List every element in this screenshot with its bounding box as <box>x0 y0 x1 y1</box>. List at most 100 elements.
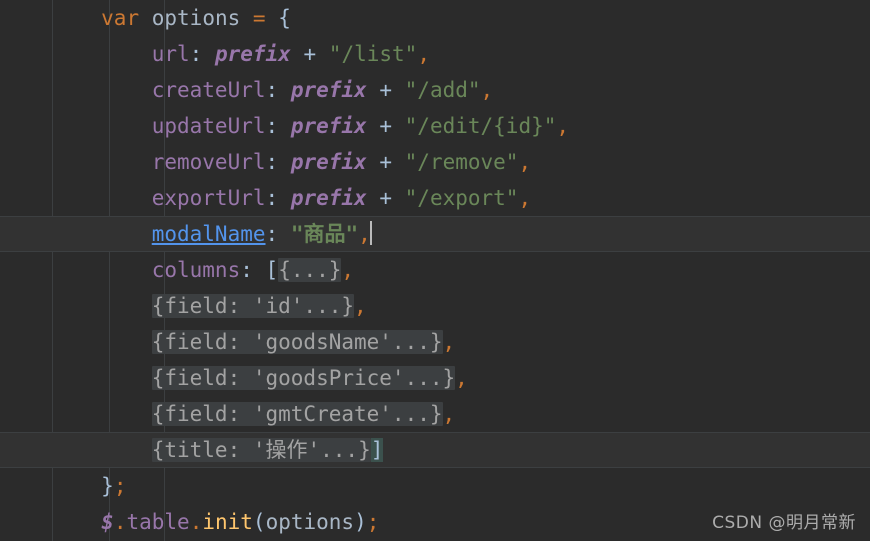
line-content: {field: 'id'...}, <box>0 288 367 324</box>
token-prop-2: table <box>126 510 190 534</box>
token-fold-0[interactable]: {field: 'goodsName'...} <box>151 330 443 354</box>
token-punct-1: , <box>354 294 367 318</box>
line-removeurl[interactable]: removeUrl: prefix + "/remove", <box>0 144 870 180</box>
token-keyword-0: var <box>101 6 140 30</box>
token-punct-8: , <box>556 114 570 138</box>
line-close-brace[interactable]: }; <box>0 468 870 504</box>
token-field-3: prefix <box>290 78 367 102</box>
token-fold-0[interactable]: {field: 'id'...} <box>151 294 355 318</box>
code-area[interactable]: var options = { url: prefix + "/list", c… <box>0 0 870 541</box>
token-default-4 <box>367 150 380 174</box>
token-prop-0: createUrl <box>151 78 266 102</box>
line-content: url: prefix + "/list", <box>0 36 430 72</box>
token-default-4 <box>367 186 380 210</box>
token-default-2 <box>202 42 215 66</box>
token-prop-0: updateUrl <box>151 114 266 138</box>
token-brace-5: + <box>379 150 392 174</box>
token-fold-0[interactable]: {field: 'goodsPrice'...} <box>151 366 456 390</box>
token-default-2 <box>253 258 266 282</box>
token-punct-1: , <box>442 330 456 354</box>
token-default-2 <box>278 150 291 174</box>
line-content: exportUrl: prefix + "/export", <box>0 180 531 216</box>
token-colon-1: : <box>265 186 279 210</box>
line-url[interactable]: url: prefix + "/list", <box>0 36 870 72</box>
token-default-6 <box>392 186 405 210</box>
token-prop-0: removeUrl <box>151 150 266 174</box>
token-default-5 <box>266 6 279 30</box>
token-punct-8: ; <box>366 510 380 534</box>
code-editor[interactable]: var options = { url: prefix + "/list", c… <box>0 0 870 541</box>
token-punct-8: , <box>417 42 430 66</box>
line-modalname[interactable]: modalName: "商品", <box>0 216 870 252</box>
token-punct-1: . <box>113 510 127 534</box>
token-fold-0[interactable]: {field: 'gmtCreate'...} <box>151 402 443 426</box>
token-string-7: "/remove" <box>404 150 519 174</box>
token-string-b-3: "商品" <box>290 222 359 246</box>
line-field-id[interactable]: {field: 'id'...}, <box>0 288 870 324</box>
line-field-goodsname[interactable]: {field: 'goodsName'...}, <box>0 324 870 360</box>
token-field-3: prefix <box>290 150 367 174</box>
token-prop-0: exportUrl <box>151 186 266 210</box>
token-default-6 <box>316 42 329 66</box>
token-brace-5: + <box>379 78 392 102</box>
line-exporturl[interactable]: exportUrl: prefix + "/export", <box>0 180 870 216</box>
token-punct-8: , <box>518 150 532 174</box>
line-createurl[interactable]: createUrl: prefix + "/add", <box>0 72 870 108</box>
token-default-3 <box>240 6 253 30</box>
token-brace-match-1: ] <box>370 438 384 462</box>
token-colon-1: : <box>189 42 203 66</box>
line-content: createUrl: prefix + "/add", <box>0 72 493 108</box>
line-columns[interactable]: columns: [{...}, <box>0 252 870 288</box>
line-field-gmtcreate[interactable]: {field: 'gmtCreate'...}, <box>0 396 870 432</box>
token-prop-0: columns <box>151 258 241 282</box>
token-punct-3: . <box>189 510 203 534</box>
token-colon-1: : <box>265 222 279 246</box>
token-link-0[interactable]: modalName <box>152 222 266 246</box>
token-string-7: "/add" <box>404 78 481 102</box>
token-colon-1: : <box>265 150 279 174</box>
line-updateurl[interactable]: updateUrl: prefix + "/edit/{id}", <box>0 108 870 144</box>
token-default-2 <box>278 186 291 210</box>
token-punct-4: = <box>252 6 266 30</box>
token-prop-0: url <box>151 42 190 66</box>
token-brace-5: + <box>379 186 392 210</box>
token-brace-7: ) <box>354 510 367 534</box>
line-content: updateUrl: prefix + "/edit/{id}", <box>0 108 569 144</box>
line-title-caozuo[interactable]: {title: '操作'...}] <box>0 432 870 468</box>
token-string-7: "/list" <box>328 42 418 66</box>
token-default-2: options <box>151 6 241 30</box>
token-default-6 <box>392 150 405 174</box>
token-func-4: init <box>202 510 253 534</box>
token-field-3: prefix <box>290 114 367 138</box>
token-default-4 <box>291 42 304 66</box>
token-default-4 <box>367 114 380 138</box>
token-colon-1: : <box>265 114 279 138</box>
token-brace-3: [ <box>265 258 279 282</box>
token-default-6 <box>392 78 405 102</box>
line-var-options[interactable]: var options = { <box>0 0 870 36</box>
token-brace-5: + <box>379 114 392 138</box>
token-brace-6: { <box>278 6 291 30</box>
line-content: {title: '操作'...}] <box>0 432 384 468</box>
token-brace-0: } <box>101 474 114 498</box>
token-punct-1: , <box>455 366 468 390</box>
line-content: {field: 'goodsPrice'...}, <box>0 360 468 396</box>
token-default-1 <box>139 6 152 30</box>
token-fold-0[interactable]: {title: '操作'...} <box>151 438 371 462</box>
token-fold-4[interactable]: {...} <box>278 258 342 282</box>
token-default-6: options <box>265 510 355 534</box>
csdn-watermark: CSDN @明月常新 <box>712 513 856 533</box>
line-field-goodsprice[interactable]: {field: 'goodsPrice'...}, <box>0 360 870 396</box>
line-content: columns: [{...}, <box>0 252 354 288</box>
line-content: $.table.init(options); <box>0 504 379 540</box>
token-brace-5: + <box>303 42 317 66</box>
line-content: {field: 'gmtCreate'...}, <box>0 396 455 432</box>
token-field-3: prefix <box>214 42 291 66</box>
